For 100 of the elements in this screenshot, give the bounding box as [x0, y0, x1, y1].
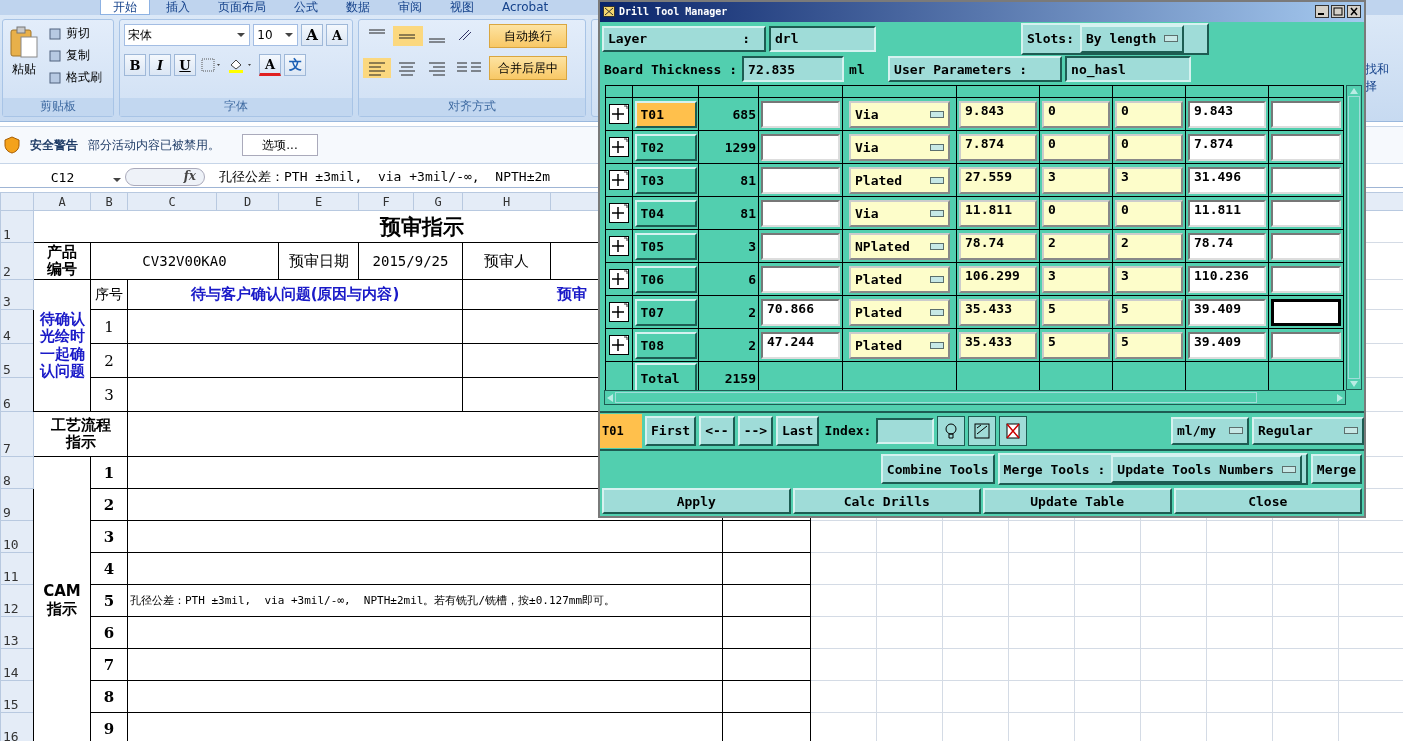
- length-field[interactable]: 47.244: [761, 331, 840, 359]
- find-select-label[interactable]: 择: [1365, 78, 1401, 95]
- size-field[interactable]: 78.74: [959, 232, 1037, 260]
- row-header[interactable]: 5: [0, 343, 34, 378]
- clipboard-action[interactable]: 剪切: [47, 24, 103, 43]
- finish-size-field[interactable]: 39.409: [1188, 331, 1266, 359]
- type-dropdown[interactable]: Via: [849, 133, 950, 161]
- ribbon-tab[interactable]: 审阅: [386, 0, 434, 15]
- navigation-button[interactable]: Last: [776, 415, 820, 446]
- font-style-button[interactable]: U: [174, 54, 196, 76]
- merge-button[interactable]: Merge: [1310, 454, 1362, 485]
- tolerance-field[interactable]: 5: [1115, 298, 1183, 326]
- thickness-field[interactable]: 72.835: [742, 56, 845, 83]
- delete-icon[interactable]: [999, 415, 1028, 446]
- tool-button[interactable]: T02: [634, 133, 697, 161]
- tool-button[interactable]: T05: [634, 232, 697, 260]
- tool-button[interactable]: T04: [634, 199, 697, 227]
- size-field[interactable]: 7.874: [959, 133, 1037, 161]
- type-dropdown[interactable]: NPlated: [849, 232, 950, 260]
- ribbon-tab[interactable]: 公式: [282, 0, 330, 15]
- tolerance-field[interactable]: 0: [1115, 133, 1183, 161]
- vertical-scrollbar[interactable]: [1346, 85, 1362, 391]
- row-header[interactable]: 12: [0, 584, 34, 617]
- expand-icon[interactable]: [609, 269, 629, 290]
- description-field[interactable]: [1271, 232, 1341, 260]
- row-header[interactable]: 11: [0, 552, 34, 585]
- description-field[interactable]: [1271, 199, 1341, 227]
- row-header[interactable]: 7: [0, 411, 34, 457]
- index-field[interactable]: [876, 417, 935, 444]
- column-header[interactable]: H: [462, 192, 551, 211]
- size-field[interactable]: 106.299: [959, 265, 1037, 293]
- tool-button[interactable]: T06: [634, 265, 697, 293]
- find-select-label[interactable]: 找和: [1365, 61, 1401, 78]
- font-size-field[interactable]: 10: [253, 24, 298, 46]
- tolerance-field[interactable]: 3: [1115, 265, 1183, 293]
- expand-icon[interactable]: [609, 137, 629, 158]
- wrap-text-button[interactable]: 自动换行: [489, 24, 567, 48]
- description-field[interactable]: [1271, 166, 1341, 194]
- row-header[interactable]: 8: [0, 456, 34, 489]
- finish-size-field[interactable]: 11.811: [1188, 199, 1266, 227]
- tool-button[interactable]: T08: [634, 331, 697, 359]
- tolerance-field[interactable]: 0: [1042, 100, 1110, 128]
- size-field[interactable]: 9.843: [959, 100, 1037, 128]
- grow-font-button[interactable]: A: [301, 24, 323, 46]
- phonetic-button[interactable]: 文: [284, 54, 306, 76]
- minimize-icon[interactable]: [1315, 5, 1329, 19]
- navigation-button[interactable]: -->: [737, 415, 774, 446]
- tolerance-field[interactable]: 0: [1042, 133, 1110, 161]
- tool-button[interactable]: T03: [634, 166, 697, 194]
- row-header[interactable]: 15: [0, 680, 34, 713]
- tool-button[interactable]: T07: [634, 298, 697, 326]
- column-header[interactable]: F: [358, 192, 414, 211]
- clipboard-action[interactable]: 格式刷: [47, 68, 103, 87]
- row-header[interactable]: 16: [0, 712, 34, 741]
- finish-size-field[interactable]: 9.843: [1188, 100, 1266, 128]
- type-dropdown[interactable]: Plated: [849, 331, 950, 359]
- horizontal-scrollbar[interactable]: [604, 390, 1346, 406]
- ribbon-tab[interactable]: Acrobat: [490, 0, 561, 15]
- length-field[interactable]: [761, 100, 840, 128]
- expand-icon[interactable]: [609, 170, 629, 191]
- row-header[interactable]: 2: [0, 242, 34, 280]
- size-field[interactable]: 27.559: [959, 166, 1037, 194]
- tool-button[interactable]: T01: [634, 100, 697, 128]
- units-dropdown[interactable]: ml/my: [1171, 416, 1249, 445]
- expand-icon[interactable]: [609, 335, 629, 356]
- name-box[interactable]: C12: [0, 169, 125, 185]
- ribbon-tab[interactable]: 页面布局: [206, 0, 278, 15]
- font-name-field[interactable]: 宋体: [124, 24, 251, 46]
- row-header[interactable]: 4: [0, 309, 34, 344]
- ribbon-tab[interactable]: 插入: [154, 0, 202, 15]
- tolerance-field[interactable]: 0: [1115, 199, 1183, 227]
- expand-icon[interactable]: [609, 302, 629, 323]
- length-field[interactable]: [761, 199, 840, 227]
- length-field[interactable]: [761, 133, 840, 161]
- type-dropdown[interactable]: Plated: [849, 298, 950, 326]
- column-header[interactable]: G: [413, 192, 463, 211]
- ribbon-tab[interactable]: 视图: [438, 0, 486, 15]
- column-header[interactable]: A: [33, 192, 91, 211]
- size-field[interactable]: 11.811: [959, 199, 1037, 227]
- finish-size-field[interactable]: 7.874: [1188, 133, 1266, 161]
- row-header[interactable]: 6: [0, 377, 34, 412]
- expand-icon[interactable]: [609, 203, 629, 224]
- expand-icon[interactable]: [609, 236, 629, 257]
- finish-size-field[interactable]: 31.496: [1188, 166, 1266, 194]
- row-header[interactable]: 9: [0, 488, 34, 521]
- font-style-button[interactable]: B: [124, 54, 146, 76]
- navigation-button[interactable]: First: [645, 415, 697, 446]
- merge-center-button[interactable]: 合并后居中: [489, 56, 567, 80]
- layer-field[interactable]: drl: [769, 25, 876, 52]
- slots-dropdown[interactable]: By length: [1079, 24, 1185, 53]
- size-field[interactable]: 35.433: [959, 331, 1037, 359]
- size-field[interactable]: 35.433: [959, 298, 1037, 326]
- paste-button[interactable]: 粘贴: [7, 24, 41, 94]
- combine-tools-button[interactable]: Combine Tools: [880, 454, 995, 485]
- row-header[interactable]: 14: [0, 648, 34, 681]
- tolerance-field[interactable]: 2: [1115, 232, 1183, 260]
- tolerance-field[interactable]: 5: [1042, 298, 1110, 326]
- description-field[interactable]: [1271, 265, 1341, 293]
- tolerance-field[interactable]: 3: [1042, 265, 1110, 293]
- column-header[interactable]: C: [127, 192, 217, 211]
